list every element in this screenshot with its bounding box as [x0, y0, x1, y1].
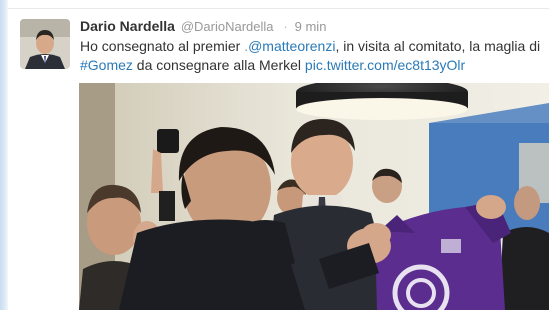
previous-item-divider [8, 0, 549, 9]
header-separator: · [283, 19, 288, 34]
mention-link[interactable]: @matteorenzi [248, 38, 335, 54]
tweet-text-prefix: Ho consegnato al premier [80, 38, 245, 54]
tweet-header: Dario Nardella @DarioNardella · 9 min [80, 17, 326, 36]
tweet-text: Ho consegnato al premier .@matteorenzi, … [80, 37, 546, 75]
attached-photo-icon [79, 83, 549, 310]
profile-photo-icon [20, 19, 70, 69]
tweet-text-after-hashtag: da consegnare alla Merkel [132, 57, 305, 73]
author-avatar[interactable] [20, 19, 70, 69]
hashtag-link[interactable]: #Gomez [80, 57, 133, 73]
tweet-text-mid: , in visita al comitato, la maglia di [335, 38, 541, 54]
media-link[interactable]: pic.twitter.com/ec8t13yOlr [305, 57, 465, 73]
tweet-photo[interactable] [79, 83, 549, 310]
author-handle[interactable]: @DarioNardella [181, 19, 274, 34]
tweet-timestamp[interactable]: 9 min [295, 19, 327, 34]
left-border-strip [0, 0, 8, 310]
author-name[interactable]: Dario Nardella [80, 18, 175, 34]
